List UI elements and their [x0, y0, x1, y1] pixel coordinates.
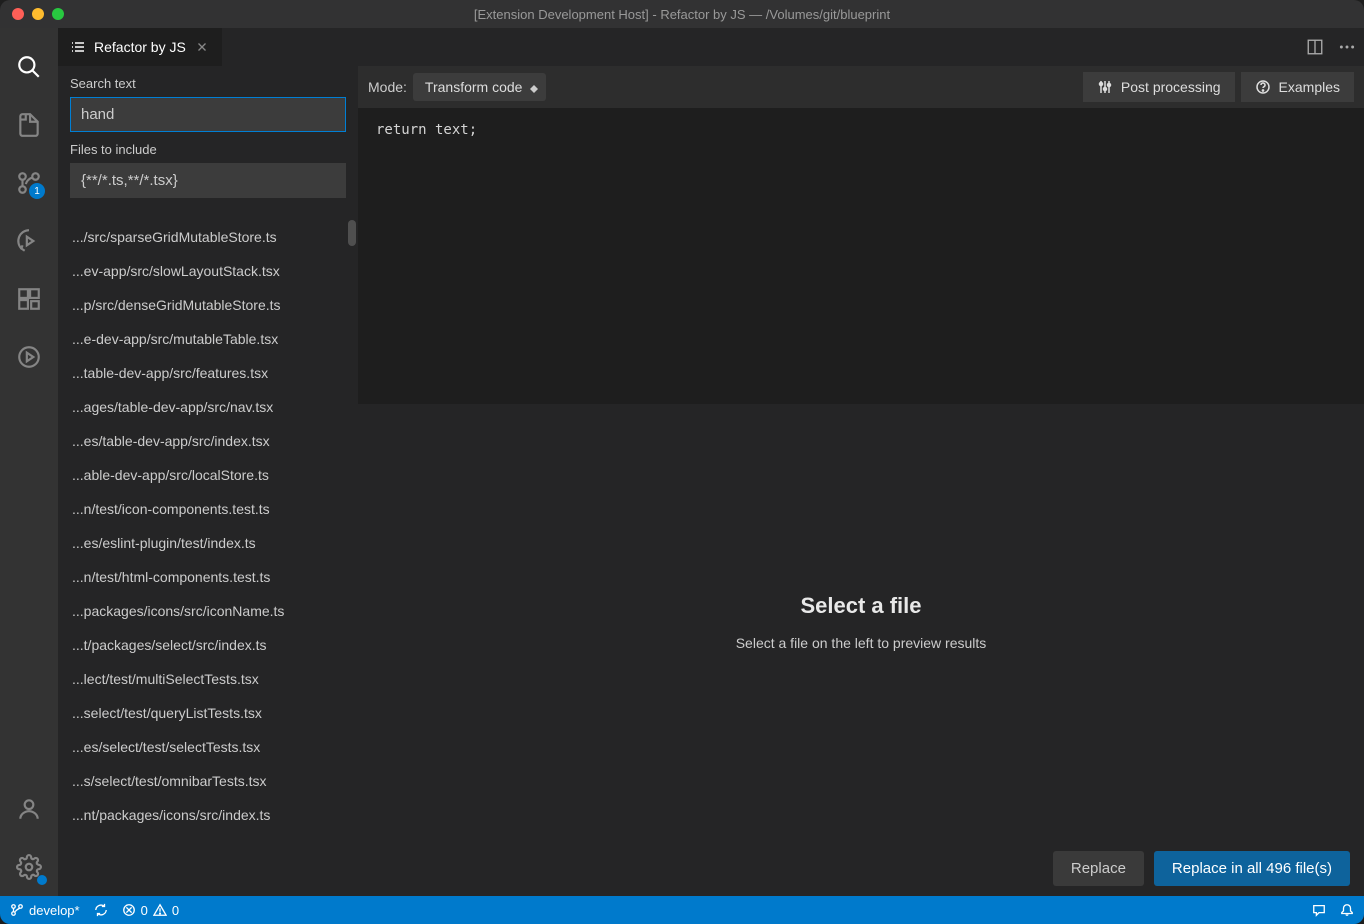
preview-subtitle: Select a file on the left to preview res… [736, 635, 987, 651]
accounts-activity-icon[interactable] [5, 785, 53, 833]
post-processing-label: Post processing [1121, 79, 1221, 95]
explorer-activity-icon[interactable] [5, 101, 53, 149]
search-field-group: Search text [58, 76, 358, 142]
editor-tab-actions-row [358, 28, 1364, 66]
file-list-item[interactable]: ...n/test/icon-components.test.ts [58, 492, 358, 526]
file-list[interactable]: .../src/sparseGridMutableStore.ts...ev-a… [58, 220, 358, 896]
examples-label: Examples [1279, 79, 1340, 95]
file-list-item[interactable]: ...p/src/denseGridMutableStore.ts [58, 288, 358, 322]
sidebar-tab-title: Refactor by JS [94, 39, 186, 55]
close-icon[interactable] [194, 39, 210, 55]
editor-area: Mode: Transform code Post processing Exa… [358, 28, 1364, 896]
files-include-group: Files to include [58, 142, 358, 208]
code-editor[interactable]: return text; [358, 108, 1364, 404]
preview-area: Select a file Select a file on the left … [358, 404, 1364, 840]
file-list-item[interactable]: ...nt/packages/icons/src/index.ts [58, 798, 358, 832]
scm-activity-icon[interactable]: 1 [5, 159, 53, 207]
file-list-item[interactable]: ...e-dev-app/src/mutableTable.tsx [58, 322, 358, 356]
scrollbar-thumb[interactable] [348, 220, 356, 246]
file-list-item[interactable]: ...t/packages/select/src/index.ts [58, 628, 358, 662]
file-list-item[interactable]: .../src/sparseGridMutableStore.ts [58, 220, 358, 254]
file-list-item[interactable]: ...able-dev-app/src/localStore.ts [58, 458, 358, 492]
file-list-item[interactable]: ...es/eslint-plugin/test/index.ts [58, 526, 358, 560]
replace-button[interactable]: Replace [1053, 851, 1144, 886]
search-input[interactable] [70, 97, 346, 132]
debug-activity-icon[interactable] [5, 217, 53, 265]
file-list-item[interactable]: ...ev-app/src/slowLayoutStack.tsx [58, 254, 358, 288]
mode-bar: Mode: Transform code Post processing Exa… [358, 66, 1364, 108]
mode-label: Mode: [368, 79, 407, 95]
split-editor-icon[interactable] [1306, 38, 1324, 56]
scm-badge: 1 [29, 183, 45, 199]
status-problems[interactable]: 0 0 [122, 903, 179, 918]
status-bar: develop* 0 0 [0, 896, 1364, 924]
window-close-button[interactable] [12, 8, 24, 20]
file-list-item[interactable]: ...n/test/html-components.test.ts [58, 560, 358, 594]
window-controls [0, 8, 64, 20]
warnings-count: 0 [172, 903, 179, 918]
errors-count: 0 [141, 903, 148, 918]
action-bar: Replace Replace in all 496 file(s) [358, 840, 1364, 896]
file-list-item[interactable]: ...lect/test/multiSelectTests.tsx [58, 662, 358, 696]
file-list-item[interactable]: ...ages/table-dev-app/src/nav.tsx [58, 390, 358, 424]
file-list-item[interactable]: ...table-dev-app/src/features.tsx [58, 356, 358, 390]
window-titlebar: [Extension Development Host] - Refactor … [0, 0, 1364, 28]
status-branch[interactable]: develop* [10, 903, 80, 918]
status-bell-icon[interactable] [1340, 903, 1354, 917]
code-line: return text; [376, 122, 477, 138]
window-minimize-button[interactable] [32, 8, 44, 20]
file-list-item[interactable]: ...es/table-dev-app/src/index.tsx [58, 424, 358, 458]
extensions-activity-icon[interactable] [5, 275, 53, 323]
files-include-label: Files to include [70, 142, 346, 157]
sidebar-panel: Refactor by JS Search text Files to incl… [58, 28, 358, 896]
file-list-item[interactable]: ...s/select/test/omnibarTests.tsx [58, 764, 358, 798]
settings-activity-icon[interactable] [5, 843, 53, 891]
preview-title: Select a file [800, 593, 921, 619]
files-include-input[interactable] [70, 163, 346, 198]
post-processing-button[interactable]: Post processing [1083, 72, 1235, 102]
more-actions-icon[interactable] [1338, 38, 1356, 56]
custom-activity-icon[interactable] [5, 333, 53, 381]
sidebar-tab[interactable]: Refactor by JS [58, 28, 222, 66]
search-label: Search text [70, 76, 346, 91]
mode-select[interactable]: Transform code [413, 73, 547, 101]
sidebar-tab-row: Refactor by JS [58, 28, 358, 66]
window-maximize-button[interactable] [52, 8, 64, 20]
replace-all-button[interactable]: Replace in all 496 file(s) [1154, 851, 1350, 886]
window-title: [Extension Development Host] - Refactor … [474, 7, 890, 22]
search-activity-icon[interactable] [5, 43, 53, 91]
status-sync[interactable] [94, 903, 108, 917]
file-list-item[interactable]: ...es/select/test/selectTests.tsx [58, 730, 358, 764]
settings-update-badge [37, 875, 47, 885]
branch-name: develop* [29, 903, 80, 918]
list-icon [70, 39, 86, 55]
file-list-item[interactable]: ...select/test/queryListTests.tsx [58, 696, 358, 730]
mode-select-value: Transform code [425, 79, 523, 95]
file-list-item[interactable]: ...packages/icons/src/iconName.ts [58, 594, 358, 628]
examples-button[interactable]: Examples [1241, 72, 1354, 102]
activity-bar: 1 [0, 28, 58, 896]
status-feedback-icon[interactable] [1312, 903, 1326, 917]
